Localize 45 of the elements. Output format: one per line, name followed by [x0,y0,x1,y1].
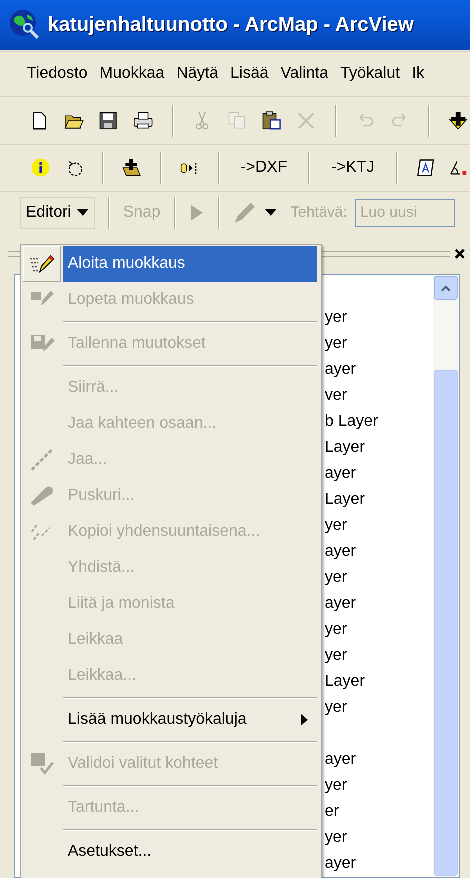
layer-name[interactable]: Layer [325,669,433,695]
layer-name[interactable]: ayer [325,539,433,565]
pencil-icon [232,201,257,225]
menu-item[interactable]: Muokkaa [100,62,165,86]
caret-icon [264,209,277,217]
scroll-up-button[interactable] [434,276,458,300]
layer-name[interactable]: yer [325,695,433,721]
menu-item[interactable]: Työkalut [340,62,400,86]
layer-name[interactable]: yer [325,773,433,799]
menu-item[interactable]: Valinta [280,62,328,86]
layer-name[interactable]: yer [325,513,433,539]
layer-name[interactable]: ver [325,383,433,409]
layer-name[interactable]: yer [325,331,433,357]
pointer-icon [188,203,205,223]
layer-name[interactable]: yer [325,305,433,331]
layer-name[interactable]: ayer [325,461,433,487]
layer-name[interactable]: b Layer [325,409,433,435]
layer-name[interactable]: ayer [325,851,433,877]
export-button[interactable]: ->KTJ [327,156,379,180]
layer-name[interactable]: yer [325,643,433,669]
layer-name[interactable]: er [325,799,433,825]
layer-name[interactable]: yer [325,617,433,643]
globe-icon [8,8,42,42]
export-button[interactable]: ->DXF [236,156,292,180]
submenu-arrow-icon [301,714,309,726]
layer-name[interactable]: Layer [325,435,433,461]
task-label: Tehtävä: [290,202,348,223]
layer-name[interactable]: Layer [325,487,433,513]
menu-entry[interactable]: Asetukset... [23,834,317,870]
layer-name[interactable]: yer [325,565,433,591]
window-title: katujenhaltuunotto - ArcMap - ArcView [48,13,414,38]
layer-name[interactable]: ayer [325,357,433,383]
menu-item[interactable]: Näytä [176,62,218,86]
menu-item[interactable]: Lisää [230,62,269,86]
caret-icon [77,209,90,217]
layer-name[interactable]: ayer [325,747,433,773]
scroll-thumb[interactable] [434,370,458,876]
menu-entry[interactable]: Lisää muokkaustyökaluja [23,702,317,738]
layer-name[interactable]: yer [325,825,433,851]
close-icon[interactable] [454,248,466,260]
menu-item[interactable]: Ik [412,62,425,86]
chevron-up-icon [441,284,451,292]
menu-item[interactable]: Tiedosto [27,62,88,86]
layer-name[interactable]: ayer [325,591,433,617]
editor-dropdown[interactable]: Editori [20,197,96,229]
